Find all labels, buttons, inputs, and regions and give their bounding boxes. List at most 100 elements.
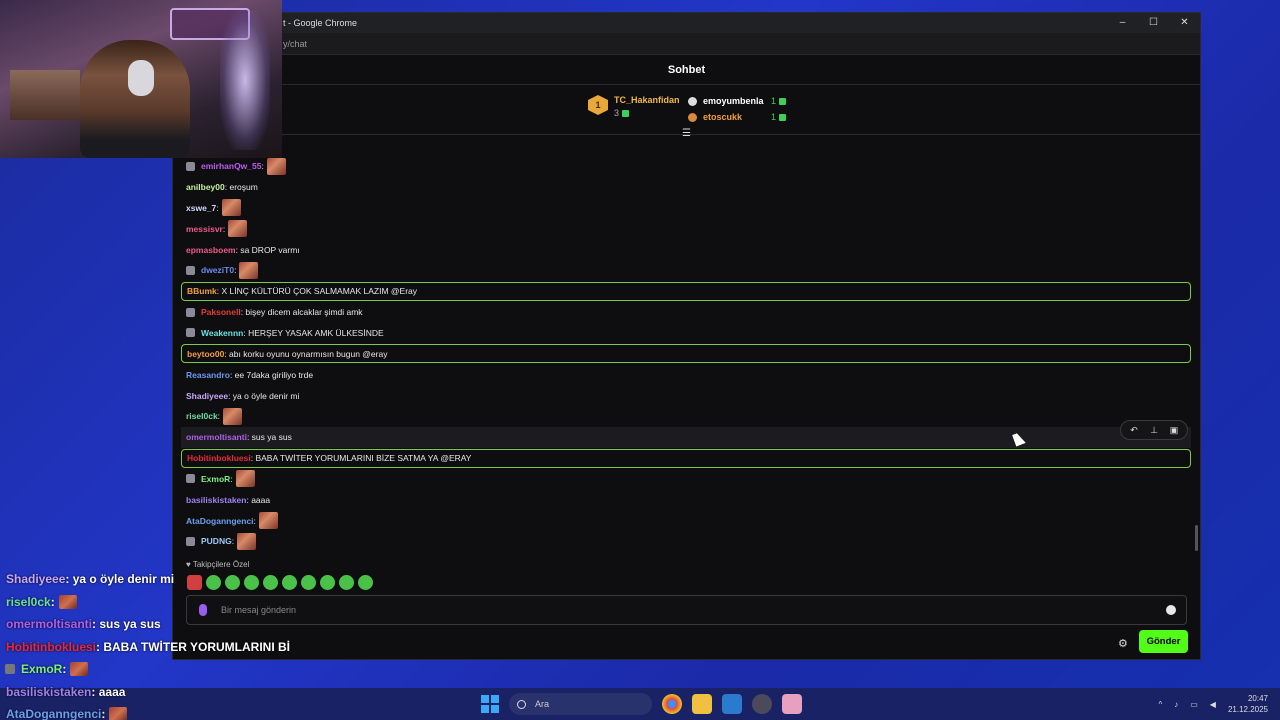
- send-button[interactable]: Gönder: [1139, 630, 1188, 653]
- chat-message[interactable]: emirhanQw_55:: [181, 156, 1191, 177]
- maximize-button[interactable]: ☐: [1138, 13, 1169, 33]
- clock[interactable]: 20:47 21.12.2025: [1228, 693, 1268, 715]
- minimize-button[interactable]: –: [1107, 13, 1138, 33]
- message-input[interactable]: Bir mesaj gönderin: [186, 595, 1187, 625]
- chat-message[interactable]: messisvr:: [181, 218, 1191, 239]
- emote-image[interactable]: [221, 199, 241, 217]
- chevron-up-icon[interactable]: ^: [1158, 700, 1162, 709]
- pin-icon[interactable]: ⊥: [1145, 423, 1163, 437]
- file-explorer-icon[interactable]: [692, 694, 712, 714]
- emote-icon[interactable]: [187, 575, 202, 590]
- overlay-username: risel0ck: [6, 594, 51, 609]
- address-bar[interactable]: y/chat: [173, 33, 1200, 55]
- microphone-tray-icon[interactable]: ♪: [1174, 700, 1178, 709]
- chat-message[interactable]: PUDNG:: [181, 531, 1191, 552]
- chat-username[interactable]: anilbey00: [186, 182, 225, 192]
- chat-username[interactable]: Paksonell: [201, 307, 241, 317]
- emote-image[interactable]: [239, 261, 259, 279]
- chat-username[interactable]: Weakennn: [201, 328, 243, 338]
- chat-username[interactable]: Reasandro: [186, 370, 230, 380]
- collapse-leaderboard-icon[interactable]: ☰: [682, 128, 691, 139]
- chat-username[interactable]: Shadiyeee: [186, 391, 228, 401]
- emote-icon[interactable]: [225, 575, 240, 590]
- chat-username[interactable]: emirhanQw_55: [201, 161, 261, 171]
- emote-image[interactable]: [228, 220, 248, 238]
- emote-image[interactable]: [258, 512, 278, 530]
- reply-icon[interactable]: ↶: [1125, 423, 1143, 437]
- overlay-chat-line: ExmoR :: [0, 658, 180, 681]
- chat-message[interactable]: basiliskistaken: aaaa: [181, 489, 1191, 510]
- leaderboard-row[interactable]: etoscukk 1: [688, 109, 787, 125]
- emote-image[interactable]: [223, 407, 243, 425]
- chat-username[interactable]: dweziT0: [201, 265, 234, 275]
- chat-message[interactable]: Hobitinbokluesi: BABA TWİTER YORUMLARINI…: [181, 448, 1191, 468]
- emote-image[interactable]: [237, 532, 257, 550]
- chat-username[interactable]: epmasboem: [186, 245, 236, 255]
- stream-chat-overlay: Shadiyeee: ya o öyle denir mi risel0ck :o…: [0, 568, 290, 720]
- chat-username[interactable]: risel0ck: [186, 411, 218, 421]
- obs-icon[interactable]: [752, 694, 772, 714]
- emote-image[interactable]: [235, 470, 255, 488]
- chat-username[interactable]: PUDNG: [201, 536, 232, 546]
- leaderboard-row[interactable]: emoyumbenla 1: [688, 93, 787, 109]
- chat-text: : ee 7daka giriliyo trde: [229, 369, 314, 380]
- windows-start-icon[interactable]: [481, 695, 499, 713]
- chat-message[interactable]: omermoltisanti: sus ya sus: [181, 426, 1191, 448]
- overlay-username: basiliskistaken: [6, 684, 92, 699]
- leaderboard-first-name: TC_Hakanfidan: [614, 95, 680, 105]
- chat-message[interactable]: xswe_7:: [181, 198, 1191, 219]
- taskbar-search[interactable]: Ara: [509, 693, 652, 715]
- app-icon[interactable]: [782, 694, 802, 714]
- emote-icon[interactable]: [263, 575, 278, 590]
- chat-username[interactable]: AtaDoganngenci: [186, 516, 254, 526]
- chat-username[interactable]: ExmoR: [201, 474, 230, 484]
- chat-message[interactable]: dweziT0:: [181, 260, 1191, 281]
- chat-message[interactable]: risel0ck:: [181, 406, 1191, 427]
- chat-username[interactable]: omermoltisanti: [186, 432, 247, 442]
- emoji-picker-icon[interactable]: [1166, 605, 1176, 615]
- chat-message[interactable]: Paksonell: bişey dicem alcaklar şimdi am…: [181, 302, 1191, 323]
- chat-settings-icon[interactable]: ⚙: [1118, 637, 1128, 650]
- chat-username[interactable]: xswe_7: [186, 203, 216, 213]
- chat-username[interactable]: beytoo00: [187, 349, 224, 359]
- overlay-text: : aaaa: [91, 684, 126, 699]
- chat-message[interactable]: anilbey00: eroşum: [181, 177, 1191, 198]
- emote-icon[interactable]: [244, 575, 259, 590]
- emote-icon[interactable]: [358, 575, 373, 590]
- close-button[interactable]: ✕: [1169, 13, 1200, 33]
- network-icon[interactable]: ▭: [1190, 700, 1198, 709]
- leaderboard-name: emoyumbenla: [703, 96, 764, 106]
- gift-icon: [779, 113, 787, 121]
- url-text: y/chat: [283, 38, 308, 49]
- chat-message[interactable]: Shadiyeee: ya o öyle denir mi: [181, 385, 1191, 406]
- emote-icon[interactable]: [301, 575, 316, 590]
- emote-icon[interactable]: [320, 575, 335, 590]
- chrome-icon[interactable]: [662, 694, 682, 714]
- delete-icon[interactable]: ▣: [1165, 423, 1183, 437]
- emote-image[interactable]: [266, 157, 286, 175]
- chat-message[interactable]: BBumk: X LİNÇ KÜLTÜRÜ ÇOK SALMAMAK LAZIM…: [181, 281, 1191, 301]
- chat-message[interactable]: AtaDoganngenci:: [181, 510, 1191, 531]
- chat-message[interactable]: beytoo00: abı korku oyunu oynarmısın bug…: [181, 344, 1191, 364]
- chat-username[interactable]: messisvr: [186, 224, 223, 234]
- chat-scrollbar[interactable]: [1195, 525, 1198, 551]
- gift-icon: [779, 97, 787, 105]
- emote-icon[interactable]: [282, 575, 297, 590]
- chat-username[interactable]: Hobitinbokluesi: [187, 453, 251, 463]
- leaderboard-others: emoyumbenla 1 etoscukk 1: [688, 93, 787, 125]
- photos-icon[interactable]: [722, 694, 742, 714]
- emote-icon[interactable]: [206, 575, 221, 590]
- taskbar-apps: Ara: [481, 688, 802, 720]
- chat-username[interactable]: BBumk: [187, 286, 217, 296]
- emote-icon[interactable]: [339, 575, 354, 590]
- separator: :: [230, 473, 233, 484]
- chat-message[interactable]: Reasandro: ee 7daka giriliyo trde: [181, 364, 1191, 385]
- chat-username[interactable]: basiliskistaken: [186, 495, 246, 505]
- leaderboard-first[interactable]: 1 TC_Hakanfidan 3: [588, 95, 680, 118]
- microphone-icon[interactable]: [199, 604, 207, 616]
- chat-message[interactable]: epmasboem: sa DROP varmı: [181, 239, 1191, 260]
- chat-message[interactable]: ExmoR:: [181, 469, 1191, 490]
- volume-icon[interactable]: ◀: [1210, 700, 1216, 709]
- chat-messages[interactable]: emirhanQw_55: anilbey00: eroşum xswe_7: mes…: [173, 156, 1200, 556]
- chat-message[interactable]: Weakennn: HERŞEY YASAK AMK ÜLKESİNDE: [181, 323, 1191, 344]
